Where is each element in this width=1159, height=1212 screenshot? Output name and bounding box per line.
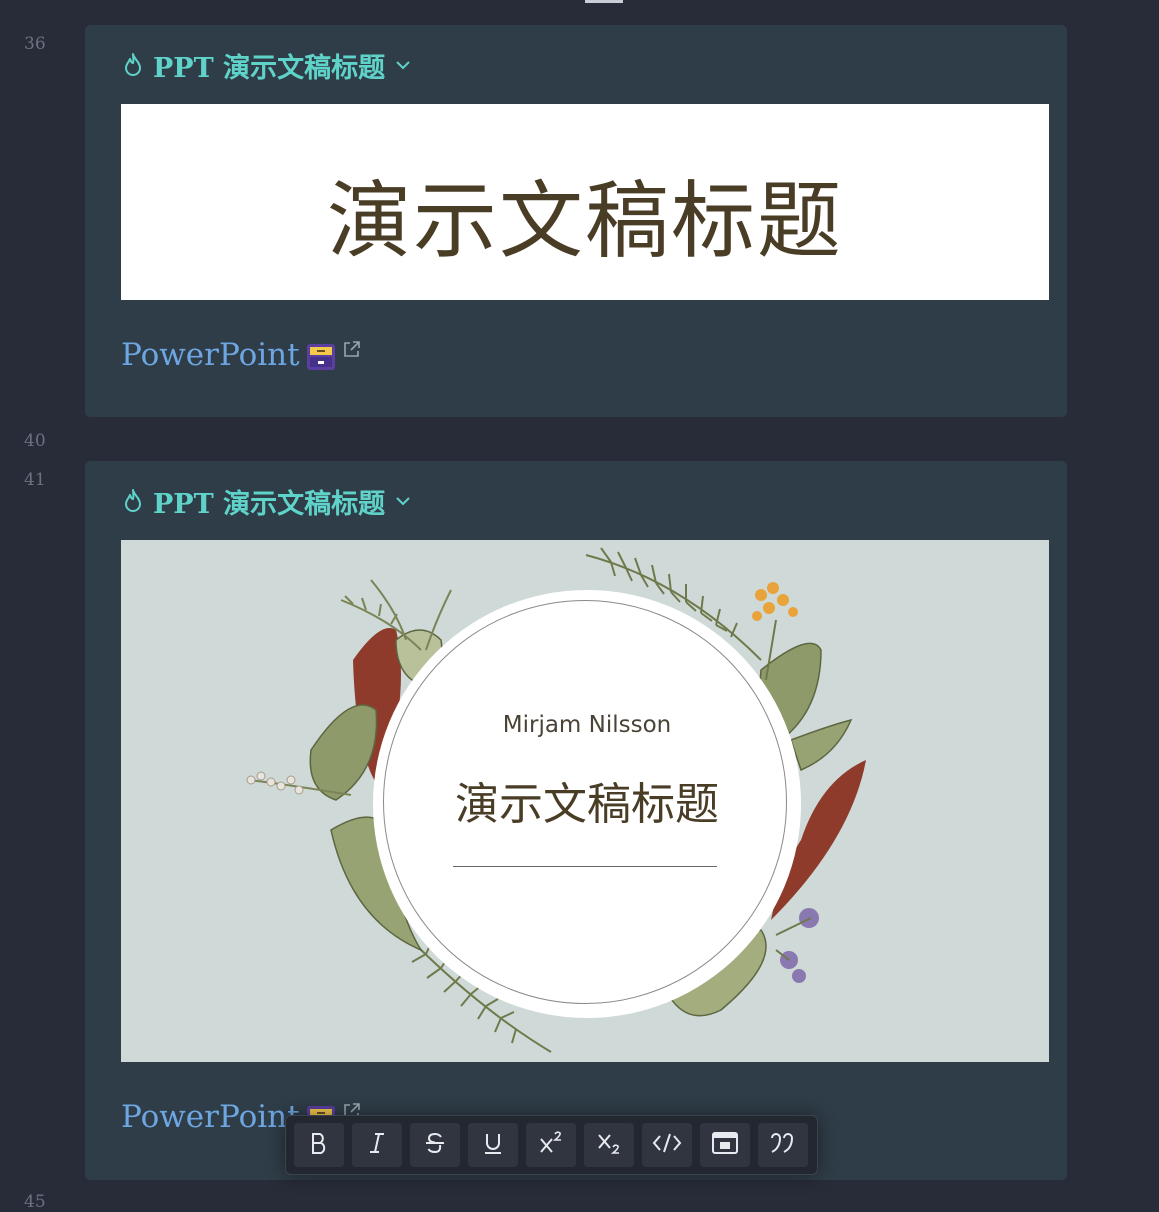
formatting-toolbar bbox=[285, 1115, 818, 1175]
italic-icon bbox=[364, 1130, 390, 1160]
card-heading-text: PPT 演示文稿标题 bbox=[153, 52, 386, 84]
code-icon bbox=[652, 1130, 682, 1160]
slide-divider bbox=[453, 866, 717, 867]
line-number: 41 bbox=[24, 470, 46, 490]
fire-icon bbox=[121, 52, 145, 78]
bold-icon bbox=[306, 1130, 332, 1160]
embed-icon bbox=[711, 1130, 739, 1160]
line-number: 40 bbox=[24, 431, 46, 451]
quote-button[interactable] bbox=[758, 1123, 808, 1167]
chevron-down-icon[interactable] bbox=[393, 491, 413, 511]
line-number: 45 bbox=[24, 1192, 46, 1212]
slide-preview: 演示文稿标题 bbox=[121, 104, 1049, 300]
quote-icon bbox=[768, 1130, 798, 1160]
embed-card: PPT 演示文稿标题 演示文稿标题 PowerPoint bbox=[85, 25, 1067, 417]
bold-button[interactable] bbox=[294, 1123, 344, 1167]
superscript-button[interactable] bbox=[526, 1123, 576, 1167]
external-link-icon[interactable] bbox=[342, 339, 362, 363]
code-button[interactable] bbox=[642, 1123, 692, 1167]
strikethrough-button[interactable] bbox=[410, 1123, 460, 1167]
slide-title: 演示文稿标题 bbox=[455, 779, 719, 830]
embed-card: PPT 演示文稿标题 Mirjam Nilsson 演示文稿标题 PowerPo… bbox=[85, 461, 1067, 1180]
card-heading[interactable]: PPT 演示文稿标题 bbox=[121, 481, 413, 521]
slide-author: Mirjam Nilsson bbox=[502, 712, 672, 738]
powerpoint-link-text[interactable]: PowerPoint bbox=[121, 337, 300, 373]
card-heading-text: PPT 演示文稿标题 bbox=[153, 488, 386, 520]
fire-icon bbox=[121, 488, 145, 514]
card-heading[interactable]: PPT 演示文稿标题 bbox=[121, 45, 413, 85]
powerpoint-link[interactable]: PowerPoint bbox=[121, 337, 362, 375]
chevron-down-icon[interactable] bbox=[393, 55, 413, 75]
powerpoint-link-text[interactable]: PowerPoint bbox=[121, 1099, 300, 1135]
slide-preview: Mirjam Nilsson 演示文稿标题 bbox=[121, 540, 1049, 1062]
line-number: 36 bbox=[24, 34, 46, 54]
top-divider-stub bbox=[585, 0, 623, 3]
file-cabinet-icon bbox=[306, 343, 336, 375]
superscript-icon bbox=[537, 1130, 565, 1160]
strikethrough-icon bbox=[422, 1130, 448, 1160]
underline-icon bbox=[480, 1130, 506, 1160]
subscript-button[interactable] bbox=[584, 1123, 634, 1167]
slide-title: 演示文稿标题 bbox=[326, 172, 843, 270]
embed-button[interactable] bbox=[700, 1123, 750, 1167]
subscript-icon bbox=[595, 1130, 623, 1160]
italic-button[interactable] bbox=[352, 1123, 402, 1167]
underline-button[interactable] bbox=[468, 1123, 518, 1167]
